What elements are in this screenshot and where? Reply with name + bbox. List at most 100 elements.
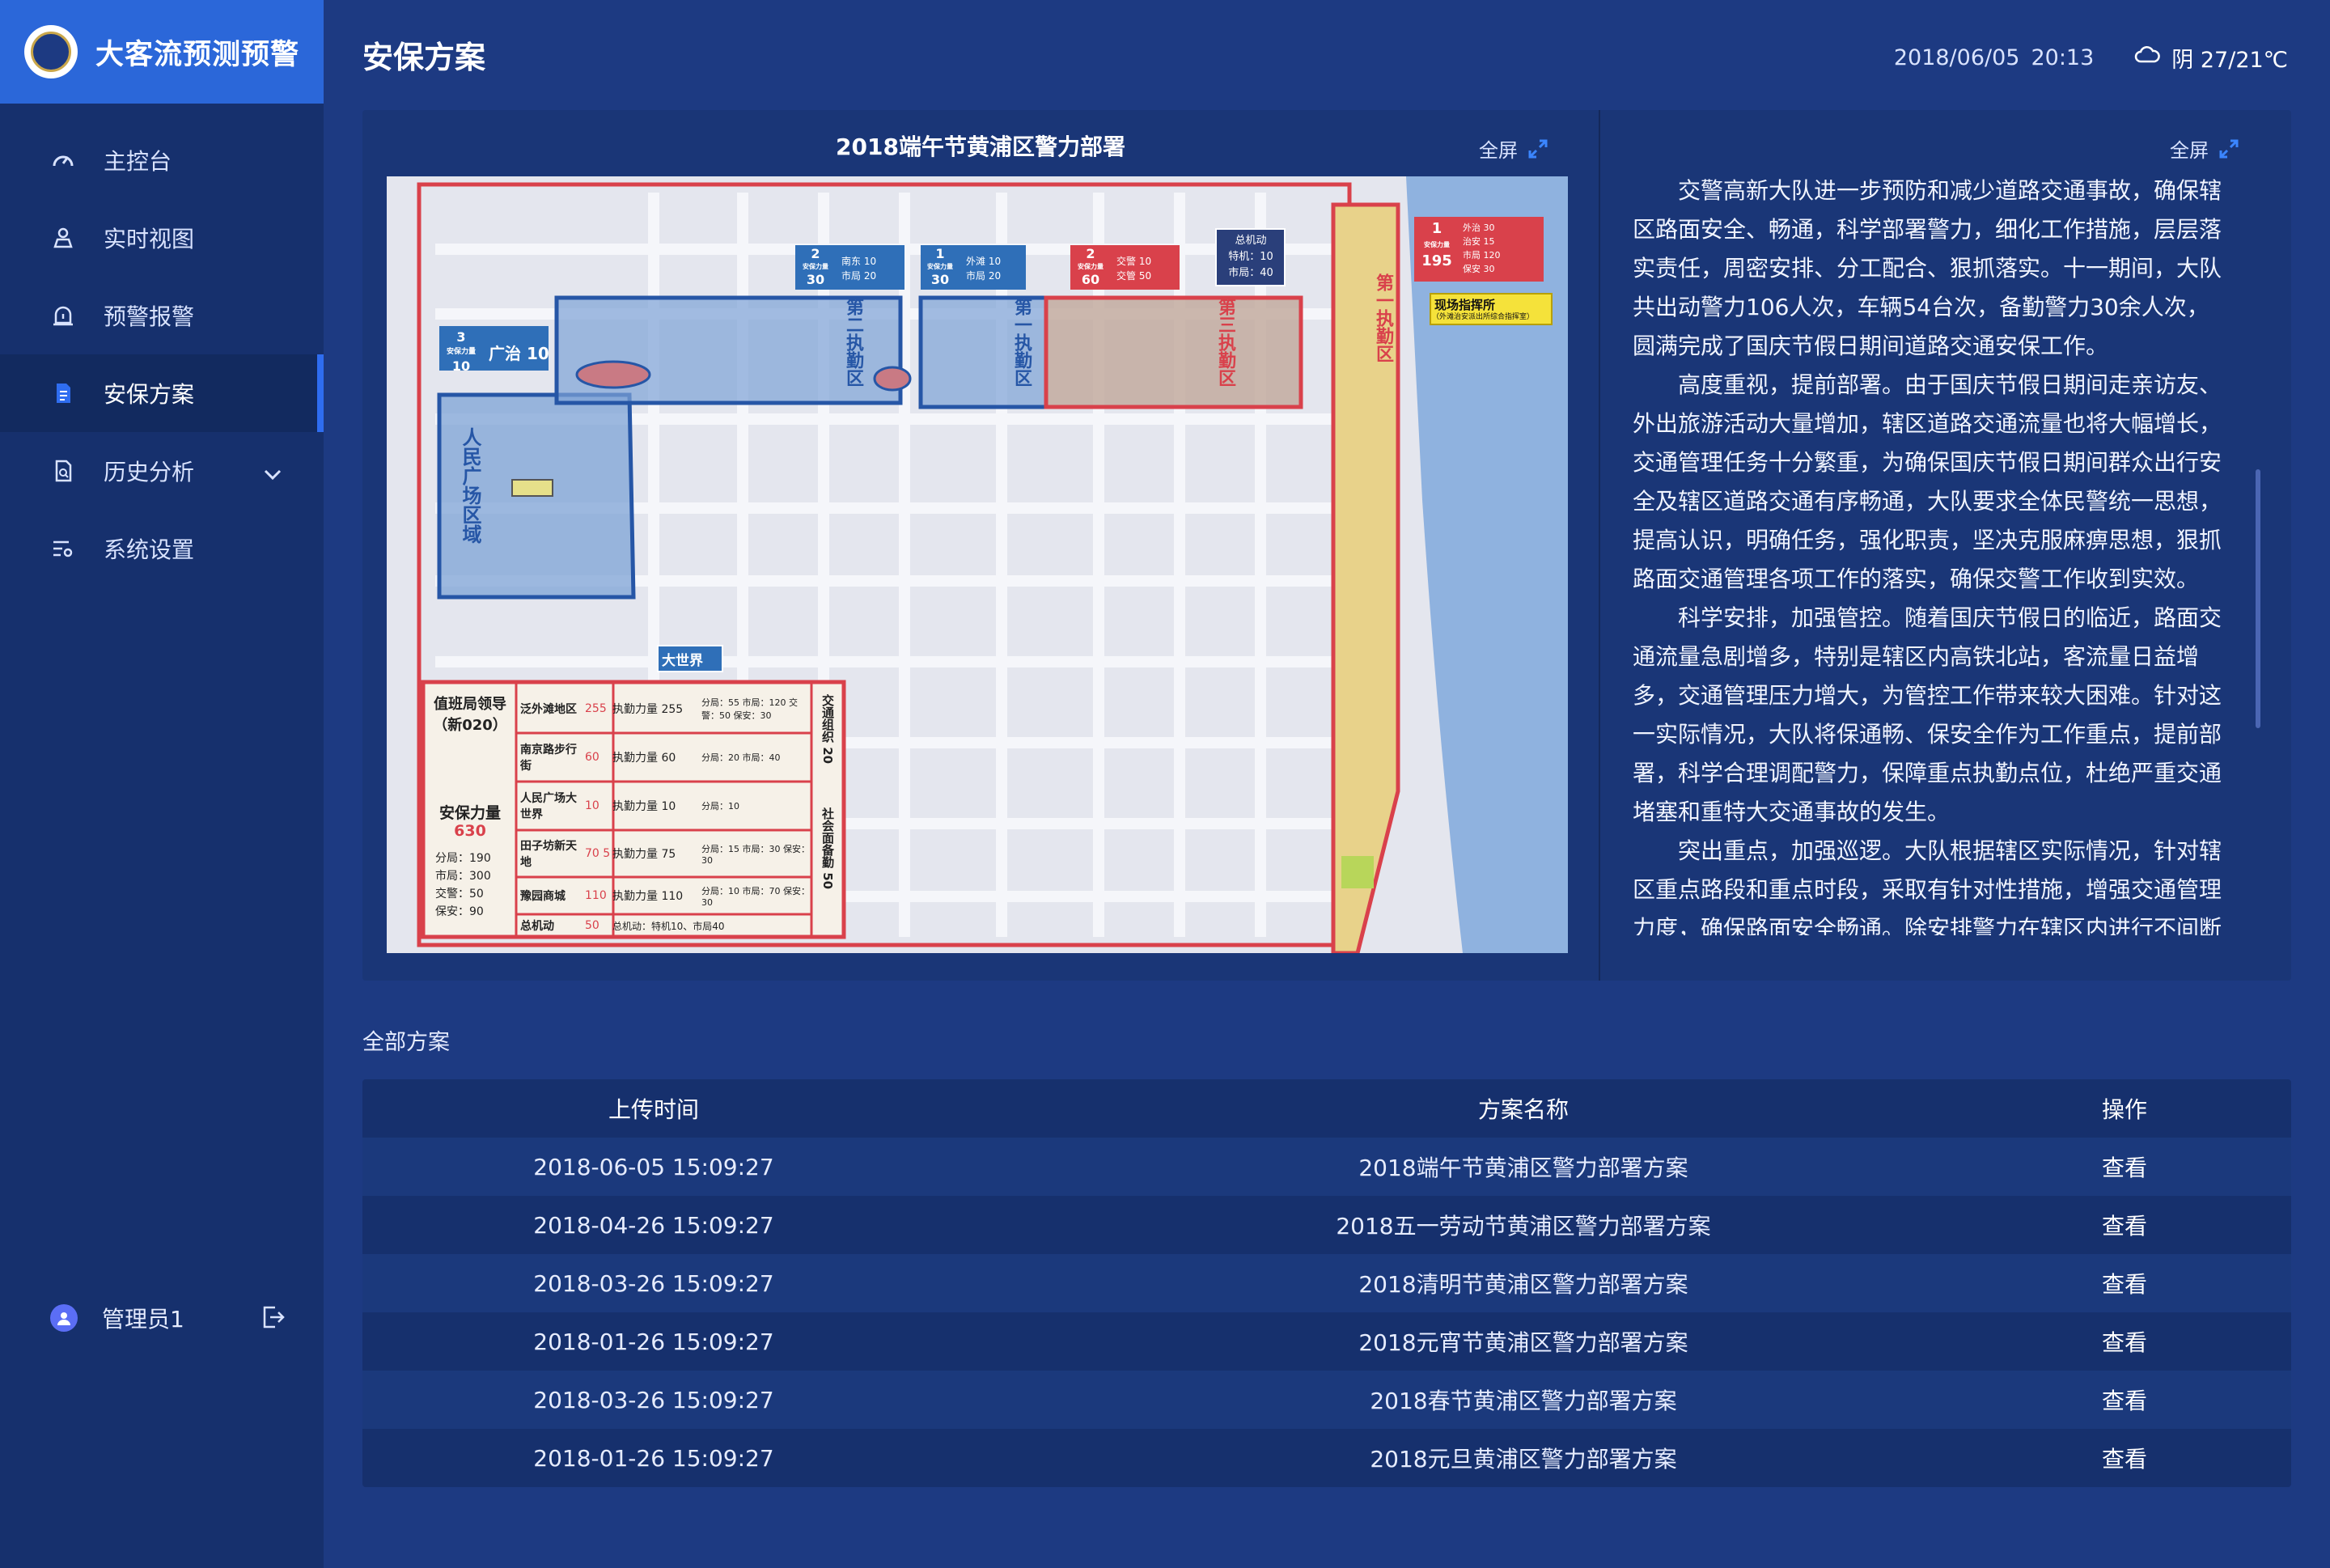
badge-line: 外治 30: [1463, 222, 1495, 233]
sidebar-item-label: 系统设置: [104, 536, 195, 563]
brand[interactable]: 大客流预测预警: [0, 0, 324, 104]
alarm-icon: [50, 303, 76, 328]
text-scrollbar[interactable]: [2256, 469, 2260, 728]
legend-value: 50: [585, 919, 599, 932]
avatar[interactable]: [50, 1304, 78, 1332]
cell-plan-name: 2018清明节黄浦区警力部署方案: [1358, 1271, 1688, 1298]
cell-upload-time: 2018-03-26 15:09:27: [533, 1386, 774, 1413]
badge-2a-detail: 南东 10 市局 20: [841, 254, 876, 283]
cell-plan-name: 2018端午节黄浦区警力部署方案: [1358, 1155, 1688, 1181]
legend-line: 分局：190: [435, 852, 491, 865]
text-fullscreen-button[interactable]: 全屏: [2170, 134, 2239, 163]
map-fullscreen-button[interactable]: 全屏: [1479, 134, 1548, 163]
cell-upload-time: 2018-06-05 15:09:27: [533, 1153, 774, 1180]
sidebar-item-settings[interactable]: 系统设置: [0, 510, 324, 587]
view-button[interactable]: 查看: [2102, 1384, 2291, 1416]
table-row[interactable]: 2018-01-26 15:09:27 2018元宵节黄浦区警力部署方案 查看: [362, 1312, 2291, 1371]
legend-exec: 执勤力量 255: [612, 703, 684, 716]
cloud-icon: [2134, 45, 2161, 70]
legend-line: 市局：300: [435, 870, 491, 883]
view-button[interactable]: 查看: [2102, 1267, 2291, 1299]
chevron-down-icon[interactable]: [264, 460, 282, 486]
sidebar-item-label: 主控台: [104, 148, 172, 175]
zone-label-3: 第三执勤区: [1215, 298, 1235, 387]
zone-label-square: 人民广场区域: [459, 427, 481, 544]
cell-plan-name: 2018五一劳动节黄浦区警力部署方案: [1336, 1213, 1711, 1240]
history-icon: [50, 458, 76, 484]
view-button[interactable]: 查看: [2102, 1151, 2291, 1183]
page-title: 安保方案: [362, 40, 486, 75]
user-info: 管理员1: [50, 1298, 286, 1338]
plan-text: 交警高新大队进一步预防和减少道路交通事故，确保辖区路面安全、畅通，科学部署警力，…: [1633, 172, 2231, 935]
column-header-action: 操作: [2102, 1096, 2148, 1123]
legend-exec: 执勤力量 60: [612, 752, 676, 765]
police-badge-logo: [24, 25, 78, 78]
cell-upload-time: 2018-01-26 15:09:27: [533, 1328, 774, 1355]
legend-exec: 执勤力量 75: [612, 848, 676, 861]
column-header-plan-name: 方案名称: [1477, 1096, 1569, 1123]
header-status: 2018/06/05 20:13 阴 27/21℃: [1894, 42, 2288, 74]
badge-value: 10: [451, 358, 471, 374]
plan-paragraph: 科学安排，加强管控。随着国庆节假日的临近，路面交通流量急剧增多，特别是辖区内高铁…: [1633, 604, 2222, 825]
legend-value: 60: [585, 751, 599, 764]
plan-paragraph: 突出重点，加强巡逻。大队根据辖区实际情况，针对辖区重点路段和重点时段，采取有针对…: [1633, 837, 2222, 935]
legend-rows: 泛外滩地区 255 执勤力量 255 分局：55 市局：120 交警：50 保安…: [520, 684, 811, 937]
badge-number: 1: [935, 246, 945, 261]
table-row[interactable]: 2018-01-26 15:09:27 2018元旦黄浦区警力部署方案 查看: [362, 1429, 2291, 1487]
cell-upload-time: 2018-01-26 15:09:27: [533, 1444, 774, 1472]
cell-upload-time: 2018-03-26 15:09:27: [533, 1269, 774, 1297]
sidebar-item-alarm[interactable]: 预警报警: [0, 277, 324, 354]
legend-duty: 值班局领导（新020）: [433, 696, 507, 734]
plan-paragraph: 高度重视，提前部署。由于国庆节假日期间走亲访友、外出旅游活动大量增加，辖区道路交…: [1633, 371, 2222, 592]
legend-row: 泛外滩地区 255 执勤力量 255 分局：55 市局：120 交警：50 保安…: [520, 684, 811, 733]
legend-area: 泛外滩地区: [520, 703, 577, 716]
header-time: 20:13: [2031, 45, 2095, 70]
zone-label-2: 第二执勤区: [843, 298, 863, 387]
view-button[interactable]: 查看: [2102, 1209, 2291, 1241]
table-row[interactable]: 2018-06-05 15:09:27 2018端午节黄浦区警力部署方案 查看: [362, 1138, 2291, 1196]
cell-upload-time: 2018-04-26 15:09:27: [533, 1211, 774, 1239]
plans-table: 上传时间 方案名称 操作 2018-06-05 15:09:27 2018端午节…: [362, 1079, 2291, 1487]
cell-plan-name: 2018元宵节黄浦区警力部署方案: [1358, 1329, 1688, 1356]
reserve-line: 市局：40: [1228, 267, 1273, 279]
legend-exec: 执勤力量 110: [612, 890, 684, 903]
sidebar-item-realtime[interactable]: 实时视图: [0, 199, 324, 277]
fullscreen-label: 全屏: [2170, 139, 2209, 162]
user-name: 管理员1: [102, 1306, 184, 1333]
logout-icon[interactable]: [261, 1304, 286, 1336]
legend-line: 保安：90: [435, 905, 484, 918]
legend-row: 人民广场大世界 10 执勤力量 10 分局：10: [520, 782, 811, 830]
dashboard-icon: [50, 147, 76, 173]
header-date: 2018/06/05: [1893, 45, 2020, 70]
legend-detail: 分局：55 市局：120 交警：50 保安：30: [701, 697, 798, 721]
table-row[interactable]: 2018-03-26 15:09:27 2018春节黄浦区警力部署方案 查看: [362, 1371, 2291, 1429]
zone-label-bund: 第一执勤区: [1373, 273, 1393, 362]
badge-number: 2: [811, 246, 820, 261]
badge-2b-detail: 交警 10 交管 50: [1116, 254, 1151, 283]
legend-side-2: 社会面备勤 50: [820, 807, 835, 890]
sidebar-item-security-plan[interactable]: 安保方案: [0, 354, 324, 432]
badge-1a: 1 安保力量 30: [922, 248, 958, 286]
reserve-badge: 总机动 特机：10 市局：40: [1218, 233, 1283, 282]
sidebar-item-history[interactable]: 历史分析: [0, 432, 324, 510]
badge-line: 保安 30: [1463, 264, 1495, 274]
badge-value: 30: [930, 272, 950, 287]
view-button[interactable]: 查看: [2102, 1325, 2291, 1358]
table-row[interactable]: 2018-04-26 15:09:27 2018五一劳动节黄浦区警力部署方案 查…: [362, 1196, 2291, 1254]
document-icon: [50, 380, 76, 406]
legend-force-lines: 分局：190 市局：300 交警：50 保安：90: [435, 850, 491, 921]
reserve-line: 总机动: [1235, 235, 1267, 247]
section-title: 全部方案: [362, 1030, 450, 1055]
sidebar-item-dashboard[interactable]: 主控台: [0, 121, 324, 199]
legend-area: 豫园商城: [520, 890, 566, 903]
view-button[interactable]: 查看: [2102, 1442, 2291, 1474]
legend-force-total: 630: [454, 822, 486, 840]
badge-value: 60: [1081, 272, 1100, 287]
table-row[interactable]: 2018-03-26 15:09:27 2018清明节黄浦区警力部署方案 查看: [362, 1254, 2291, 1312]
deployment-map[interactable]: 3 安保力量 10 广治 10 2 安保力量 30 南东 10 市局 20 1 …: [387, 176, 1568, 953]
cell-plan-name: 2018春节黄浦区警力部署方案: [1370, 1388, 1677, 1414]
legend-row: 南京路步行街 60 执勤力量 60 分局：20 市局：40: [520, 733, 811, 782]
plan-paragraph: 交警高新大队进一步预防和减少道路交通事故，确保辖区路面安全、畅通，科学部署警力，…: [1633, 177, 2222, 359]
badge-1a-detail: 外滩 10 市局 20: [966, 254, 1001, 283]
legend-detail: 分局：15 市局：30 保安：30: [701, 843, 810, 866]
